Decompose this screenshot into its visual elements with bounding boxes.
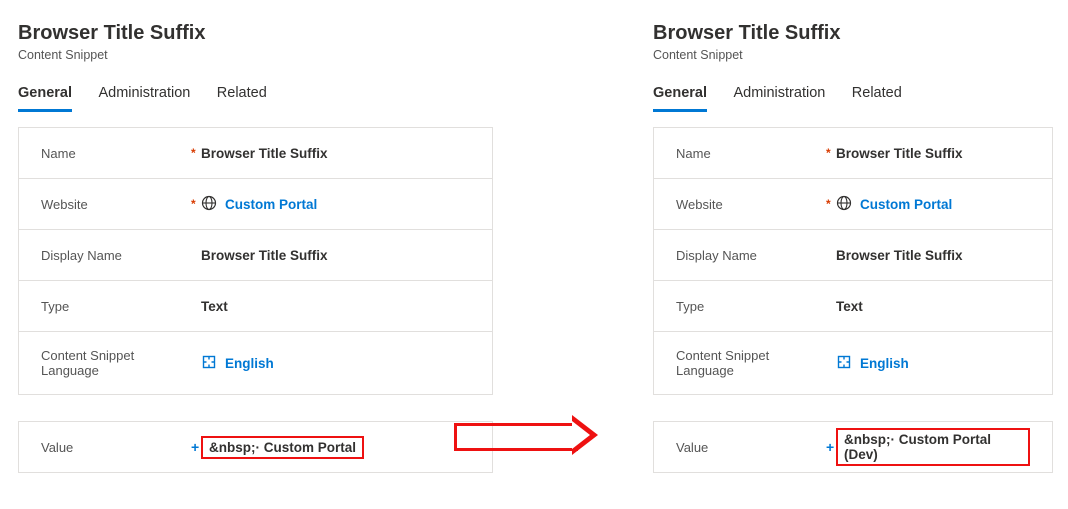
locked-indicator: +: [191, 439, 201, 455]
arrow-head-cut: [572, 421, 590, 449]
page-title: Browser Title Suffix: [18, 20, 493, 46]
field-language-value: English: [201, 354, 470, 373]
value-highlight-box: &nbsp;· Custom Portal (Dev): [836, 428, 1030, 466]
field-name-label: Name: [41, 146, 191, 161]
required-indicator: *: [826, 146, 836, 160]
field-value-value: &nbsp;· Custom Portal: [201, 436, 470, 459]
field-displayname-value: Browser Title Suffix: [201, 248, 470, 263]
general-form: Name * Browser Title Suffix Website * Cu…: [653, 127, 1053, 395]
field-name-row[interactable]: Name * Browser Title Suffix: [19, 128, 492, 179]
value-form: Value + &nbsp;· Custom Portal (Dev): [653, 421, 1053, 473]
tab-administration[interactable]: Administration: [98, 85, 190, 109]
tab-related[interactable]: Related: [852, 85, 902, 109]
field-value-label: Value: [41, 440, 191, 455]
field-name-row[interactable]: Name * Browser Title Suffix: [654, 128, 1052, 179]
field-website-label: Website: [676, 197, 826, 212]
general-form: Name * Browser Title Suffix Website * Cu…: [18, 127, 493, 395]
puzzle-icon: [201, 354, 217, 373]
field-type-row[interactable]: Type Text: [19, 281, 492, 332]
field-language-label: Content Snippet Language: [41, 348, 191, 378]
field-value-label: Value: [676, 440, 826, 455]
field-value-row[interactable]: Value + &nbsp;· Custom Portal (Dev): [654, 422, 1052, 472]
locked-indicator: +: [826, 439, 836, 455]
field-website-label: Website: [41, 197, 191, 212]
field-website-value: Custom Portal: [201, 195, 470, 214]
entity-subtitle: Content Snippet: [18, 48, 493, 62]
required-indicator: *: [826, 197, 836, 211]
globe-icon: [836, 195, 852, 214]
page-title: Browser Title Suffix: [653, 20, 1053, 46]
field-language-label: Content Snippet Language: [676, 348, 826, 378]
entity-subtitle: Content Snippet: [653, 48, 1053, 62]
puzzle-icon: [836, 354, 852, 373]
globe-icon: [201, 195, 217, 214]
field-displayname-row[interactable]: Display Name Browser Title Suffix: [19, 230, 492, 281]
field-displayname-value: Browser Title Suffix: [836, 248, 1030, 263]
field-language-link[interactable]: English: [860, 356, 909, 371]
tab-administration[interactable]: Administration: [733, 85, 825, 109]
right-panel: Browser Title Suffix Content Snippet Gen…: [653, 20, 1053, 473]
tab-general[interactable]: General: [18, 85, 72, 112]
tabs: General Administration Related: [18, 84, 493, 113]
field-type-row[interactable]: Type Text: [654, 281, 1052, 332]
transition-arrow: [454, 417, 614, 451]
field-language-row[interactable]: Content Snippet Language English: [19, 332, 492, 394]
required-indicator: *: [191, 146, 201, 160]
field-value-value: &nbsp;· Custom Portal (Dev): [836, 428, 1030, 466]
field-website-value: Custom Portal: [836, 195, 1030, 214]
field-website-row[interactable]: Website * Custom Portal: [654, 179, 1052, 230]
field-name-label: Name: [676, 146, 826, 161]
left-panel: Browser Title Suffix Content Snippet Gen…: [18, 20, 493, 473]
field-type-label: Type: [41, 299, 191, 314]
field-name-value: Browser Title Suffix: [836, 146, 1030, 161]
field-website-link[interactable]: Custom Portal: [225, 197, 317, 212]
value-form: Value + &nbsp;· Custom Portal: [18, 421, 493, 473]
field-website-row[interactable]: Website * Custom Portal: [19, 179, 492, 230]
field-value-row[interactable]: Value + &nbsp;· Custom Portal: [19, 422, 492, 472]
arrow-shaft: [454, 423, 578, 451]
required-indicator: *: [191, 197, 201, 211]
tabs: General Administration Related: [653, 84, 1053, 113]
field-language-link[interactable]: English: [225, 356, 274, 371]
field-type-value: Text: [836, 299, 1030, 314]
field-type-label: Type: [676, 299, 826, 314]
field-displayname-label: Display Name: [676, 248, 826, 263]
field-type-value: Text: [201, 299, 470, 314]
tab-general[interactable]: General: [653, 85, 707, 112]
field-website-link[interactable]: Custom Portal: [860, 197, 952, 212]
field-language-row[interactable]: Content Snippet Language English: [654, 332, 1052, 394]
field-displayname-row[interactable]: Display Name Browser Title Suffix: [654, 230, 1052, 281]
value-highlight-box: &nbsp;· Custom Portal: [201, 436, 364, 459]
field-name-value: Browser Title Suffix: [201, 146, 470, 161]
field-displayname-label: Display Name: [41, 248, 191, 263]
tab-related[interactable]: Related: [217, 85, 267, 109]
field-language-value: English: [836, 354, 1030, 373]
